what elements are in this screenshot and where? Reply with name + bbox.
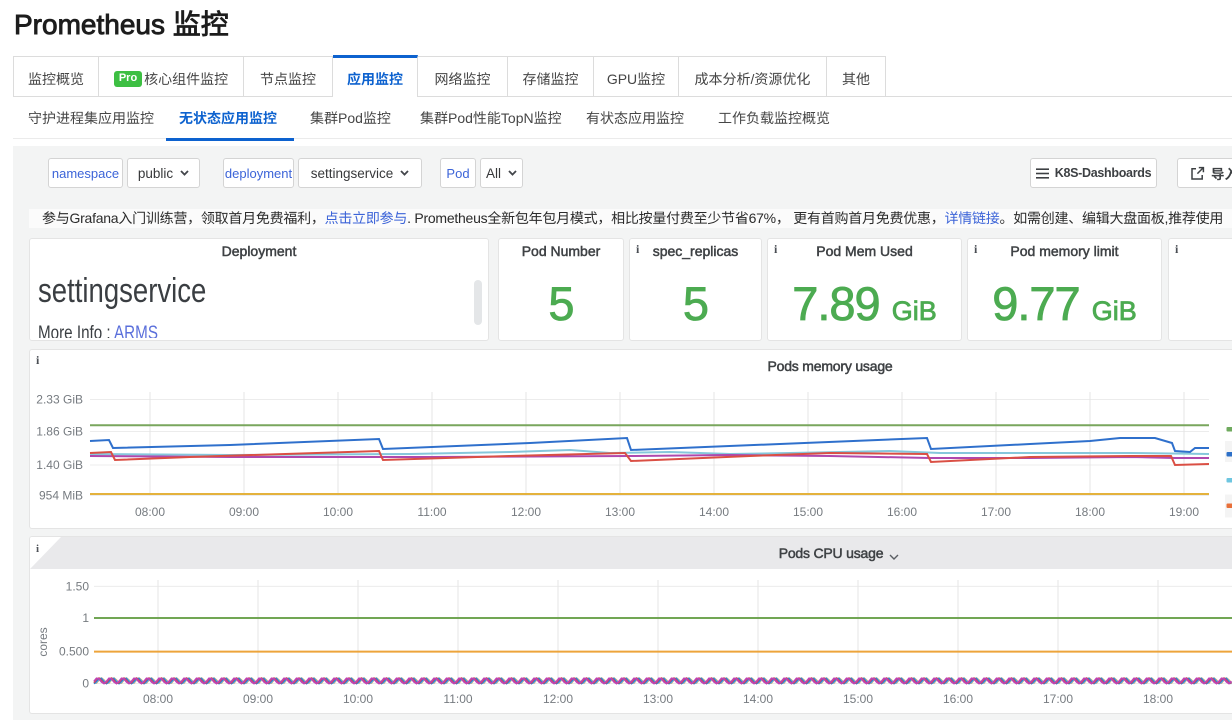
svg-text:08:00: 08:00	[143, 692, 173, 706]
svg-text:12:00: 12:00	[511, 505, 541, 519]
svg-text:18:00: 18:00	[1075, 505, 1105, 519]
svg-text:1.40 GiB: 1.40 GiB	[36, 458, 83, 472]
svg-text:11:00: 11:00	[417, 505, 446, 519]
svg-text:2.33 GiB: 2.33 GiB	[36, 393, 83, 407]
svg-text:1: 1	[82, 611, 89, 625]
svg-text:0.500: 0.500	[59, 645, 89, 659]
svg-text:09:00: 09:00	[243, 692, 273, 706]
svg-text:12:00: 12:00	[543, 692, 573, 706]
svg-text:16:00: 16:00	[887, 505, 917, 519]
svg-text:10:00: 10:00	[343, 692, 373, 706]
svg-text:13:00: 13:00	[605, 505, 635, 519]
svg-text:13:00: 13:00	[643, 692, 673, 706]
svg-text:Pods CPU usage: Pods CPU usage	[779, 545, 884, 561]
svg-text:14:00: 14:00	[743, 692, 773, 706]
svg-text:11:00: 11:00	[443, 692, 472, 706]
svg-text:0: 0	[82, 677, 89, 691]
svg-text:16:00: 16:00	[943, 692, 973, 706]
svg-text:18:00: 18:00	[1143, 692, 1173, 706]
svg-text:cores: cores	[36, 627, 50, 656]
svg-text:08:00: 08:00	[135, 505, 165, 519]
svg-text:15:00: 15:00	[843, 692, 873, 706]
svg-text:10:00: 10:00	[323, 505, 353, 519]
svg-text:15:00: 15:00	[793, 505, 823, 519]
svg-text:1.86 GiB: 1.86 GiB	[36, 425, 83, 439]
svg-text:954 MiB: 954 MiB	[39, 489, 83, 503]
svg-text:i: i	[36, 543, 39, 555]
svg-text:19:00: 19:00	[1169, 505, 1199, 519]
svg-text:17:00: 17:00	[981, 505, 1011, 519]
svg-text:1.50: 1.50	[66, 579, 90, 593]
svg-text:09:00: 09:00	[229, 505, 259, 519]
svg-text:14:00: 14:00	[699, 505, 729, 519]
svg-text:17:00: 17:00	[1043, 692, 1073, 706]
